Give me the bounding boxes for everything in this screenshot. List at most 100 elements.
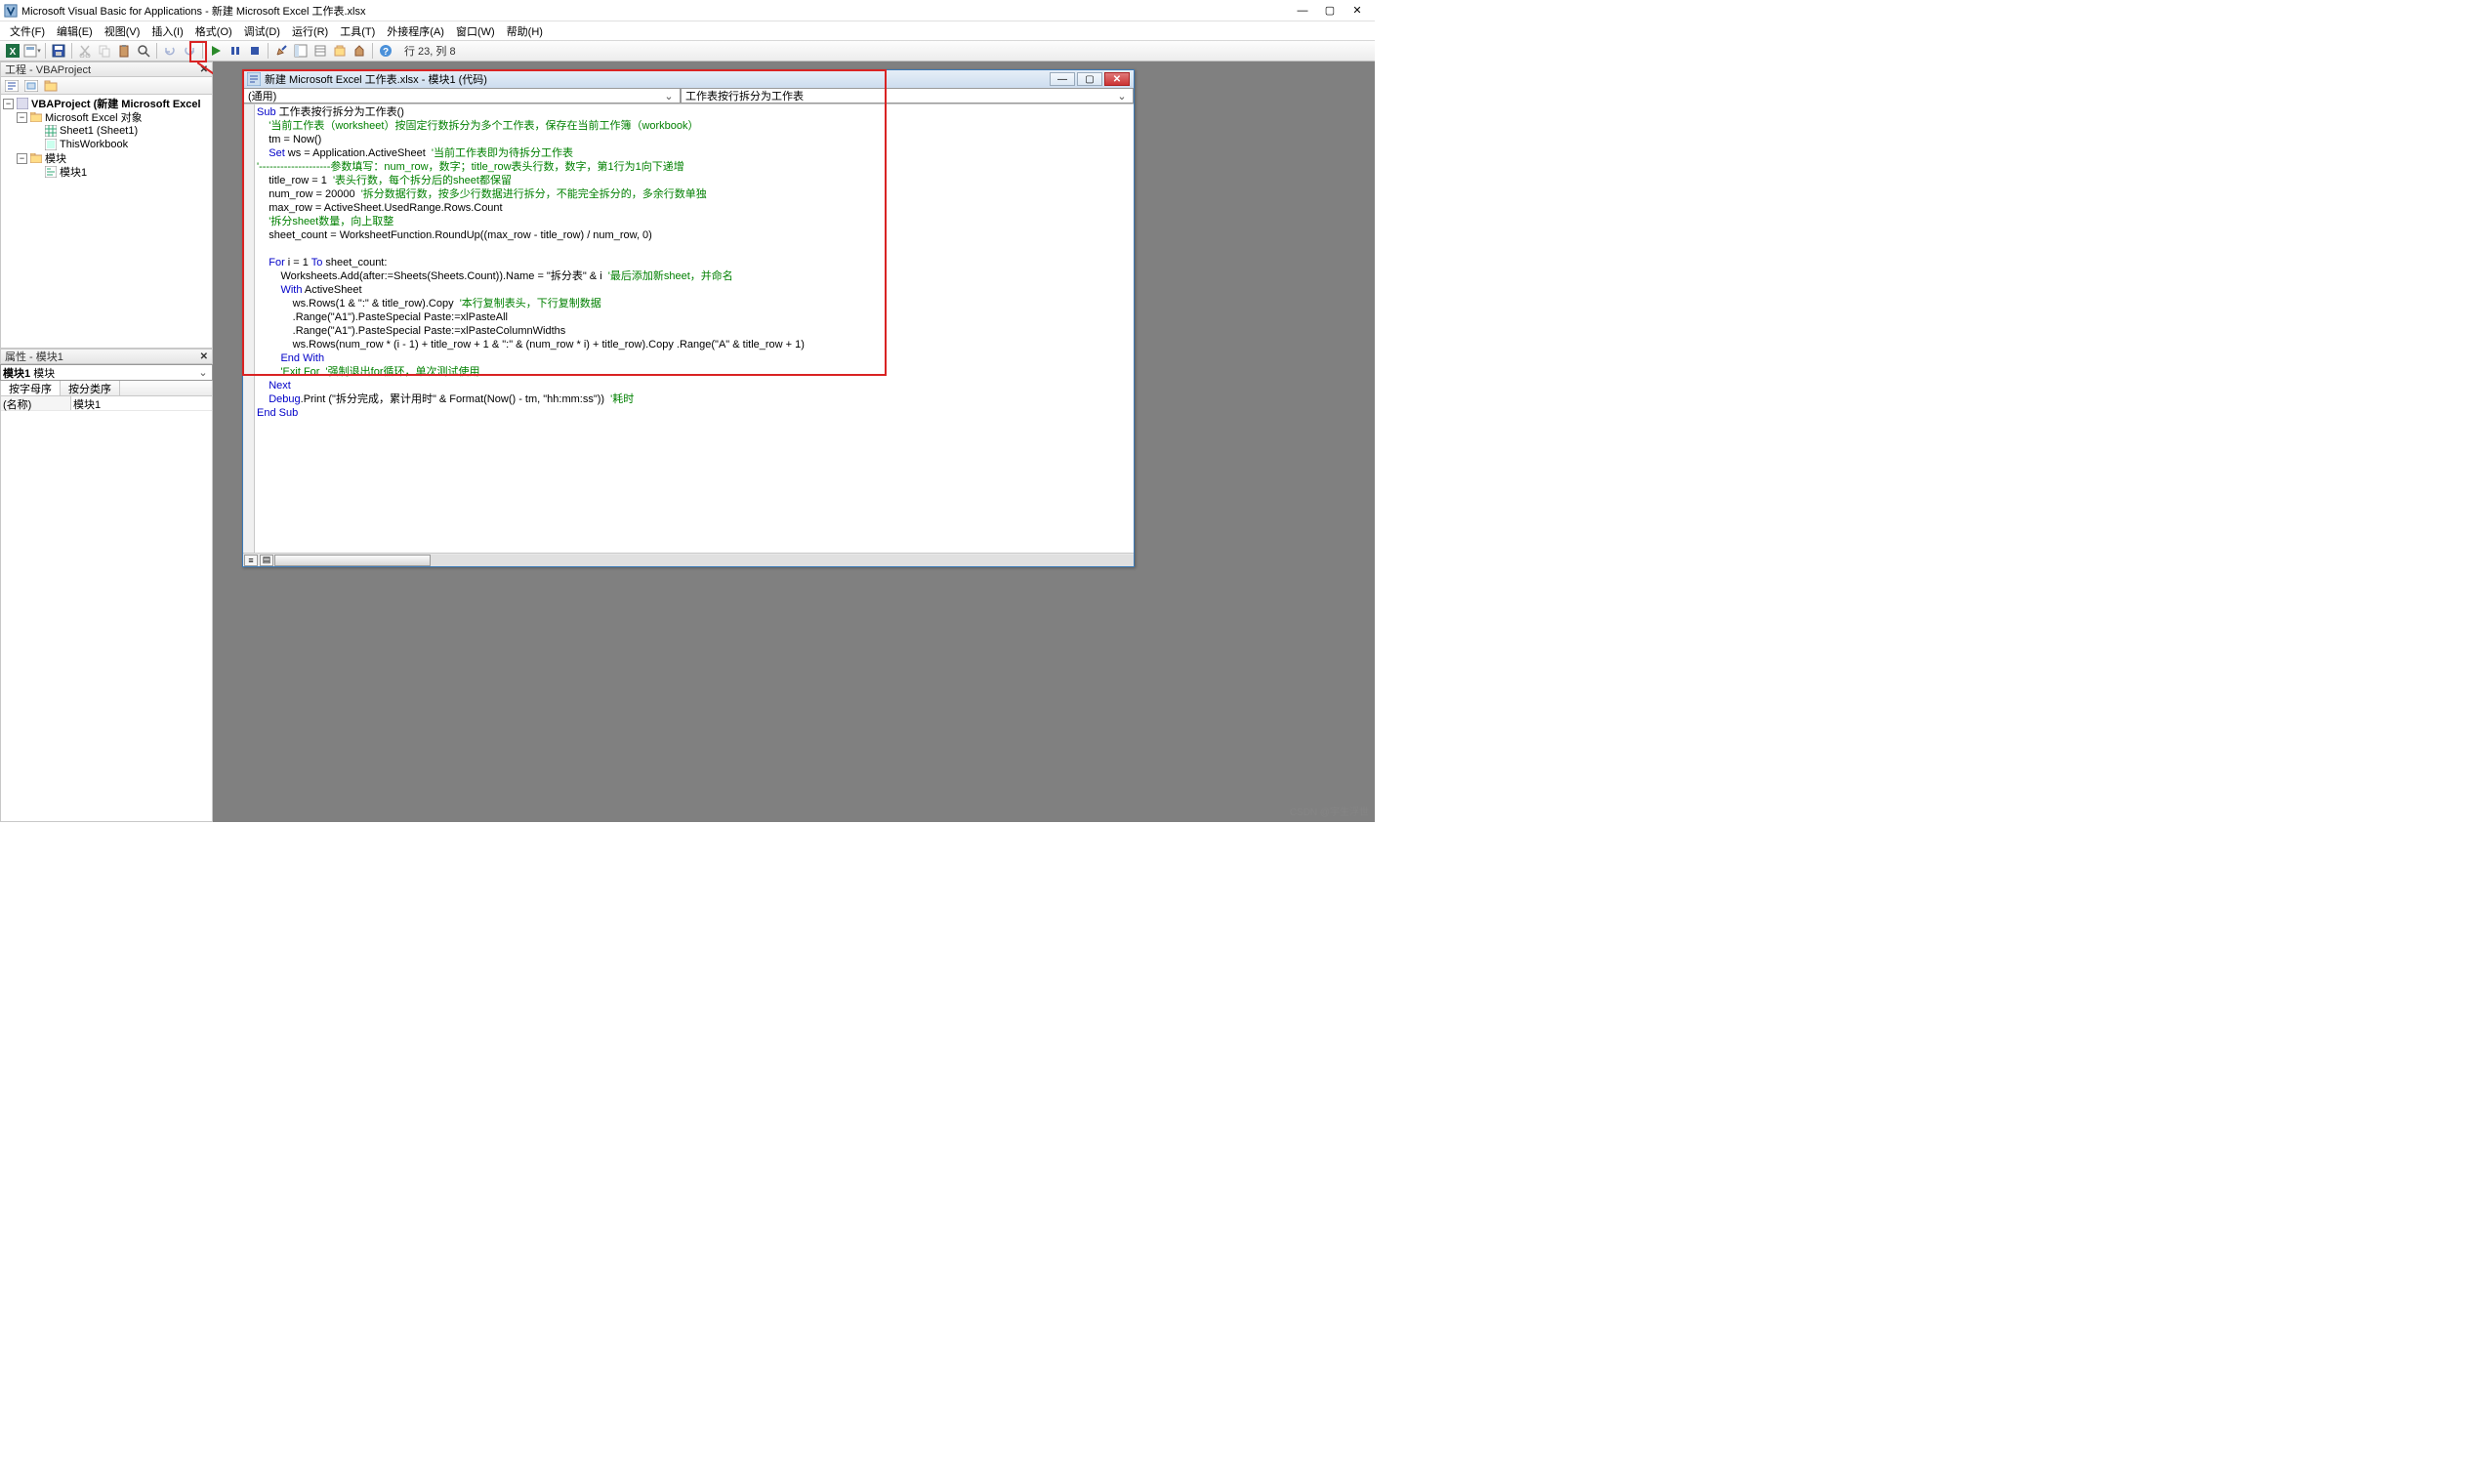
project-tree[interactable]: − VBAProject (新建 Microsoft Excel − Micro…	[0, 95, 213, 349]
app-title: Microsoft Visual Basic for Applications …	[21, 3, 1289, 19]
reset-button[interactable]	[246, 42, 264, 60]
code-margin[interactable]	[243, 104, 255, 553]
folder-icon	[29, 111, 43, 123]
properties-object-name: 模块1	[3, 365, 30, 381]
collapse-icon[interactable]: −	[17, 153, 27, 164]
collapse-icon[interactable]: −	[3, 99, 14, 109]
properties-grid[interactable]: (名称) 模块1	[0, 396, 213, 822]
separator	[45, 43, 46, 59]
procedure-view-button[interactable]: ≡	[244, 555, 258, 566]
code-minimize-button[interactable]: —	[1050, 72, 1075, 86]
save-button[interactable]	[50, 42, 67, 60]
project-explorer-button[interactable]	[292, 42, 310, 60]
h-scrollbar-thumb[interactable]	[274, 555, 431, 566]
code-window: 新建 Microsoft Excel 工作表.xlsx - 模块1 (代码) —…	[242, 69, 1135, 567]
design-mode-button[interactable]	[272, 42, 290, 60]
toggle-folders-button[interactable]	[42, 77, 60, 95]
object-browser-button[interactable]	[331, 42, 349, 60]
properties-panel: 属性 - 模块1 ✕ 模块1 模块 ⌄ 按字母序 按分类序 (名称) 模块1	[0, 349, 213, 822]
menu-edit[interactable]: 编辑(E)	[51, 21, 99, 41]
collapse-icon[interactable]: −	[17, 112, 27, 123]
svg-text:?: ?	[383, 47, 389, 58]
paste-button[interactable]	[115, 42, 133, 60]
project-panel-close-icon[interactable]: ✕	[200, 64, 208, 75]
code-editor[interactable]: Sub 工作表按行拆分为工作表() '当前工作表（worksheet）按固定行数…	[255, 104, 1134, 553]
tree-folder-objects-label: Microsoft Excel 对象	[45, 109, 143, 125]
maximize-button[interactable]: ▢	[1316, 2, 1344, 20]
procedure-dropdown-value: 工作表按行拆分为工作表	[685, 88, 804, 103]
module-icon	[44, 166, 58, 178]
menu-tools[interactable]: 工具(T)	[334, 21, 381, 41]
menu-debug[interactable]: 调试(D)	[238, 21, 286, 41]
property-key: (名称)	[1, 396, 71, 410]
object-dropdown-value: (通用)	[248, 88, 276, 103]
vba-app-icon	[4, 4, 18, 18]
tree-module1[interactable]: 模块1	[1, 165, 212, 179]
code-close-button[interactable]: ✕	[1104, 72, 1130, 86]
procedure-dropdown[interactable]: 工作表按行拆分为工作表 ⌄	[681, 88, 1134, 103]
menu-file[interactable]: 文件(F)	[4, 21, 51, 41]
worksheet-icon	[44, 125, 58, 137]
properties-panel-title-text: 属性 - 模块1	[5, 349, 63, 364]
project-panel-title: 工程 - VBAProject ✕	[0, 62, 213, 77]
separator	[372, 43, 373, 59]
separator	[156, 43, 157, 59]
tree-module1-label: 模块1	[60, 164, 87, 180]
undo-button[interactable]	[161, 42, 179, 60]
property-value[interactable]: 模块1	[71, 396, 212, 410]
menu-help[interactable]: 帮助(H)	[501, 21, 549, 41]
dropdown-icon[interactable]: ⌄	[662, 90, 676, 103]
menu-run[interactable]: 运行(R)	[286, 21, 334, 41]
properties-object-type: 模块	[33, 365, 55, 381]
left-dock: 工程 - VBAProject ✕ − VBAProject (新建 Micro…	[0, 62, 213, 822]
h-scrollbar-track[interactable]	[274, 555, 1134, 566]
tree-root[interactable]: − VBAProject (新建 Microsoft Excel	[1, 97, 212, 110]
code-maximize-button[interactable]: ▢	[1077, 72, 1102, 86]
tab-categorized[interactable]: 按分类序	[61, 381, 120, 395]
goto-excel-button[interactable]: X	[4, 42, 21, 60]
tree-thisworkbook[interactable]: ThisWorkbook	[1, 138, 212, 151]
mdi-client-area: 新建 Microsoft Excel 工作表.xlsx - 模块1 (代码) —…	[213, 62, 1375, 822]
minimize-button[interactable]: —	[1289, 2, 1316, 20]
find-button[interactable]	[135, 42, 152, 60]
menu-window[interactable]: 窗口(W)	[450, 21, 501, 41]
main-area: 工程 - VBAProject ✕ − VBAProject (新建 Micro…	[0, 62, 1375, 822]
menu-insert[interactable]: 插入(I)	[145, 21, 188, 41]
project-panel-title-text: 工程 - VBAProject	[5, 62, 91, 77]
copy-button[interactable]	[96, 42, 113, 60]
dropdown-icon[interactable]: ⌄	[1115, 90, 1129, 103]
view-code-button[interactable]	[3, 77, 21, 95]
tree-sheet1-label: Sheet1 (Sheet1)	[60, 125, 138, 137]
tab-alphabetic[interactable]: 按字母序	[1, 381, 61, 395]
menu-addins[interactable]: 外接程序(A)	[381, 21, 450, 41]
help-button[interactable]: ?	[377, 42, 394, 60]
redo-button[interactable]	[181, 42, 198, 60]
separator	[268, 43, 269, 59]
menu-format[interactable]: 格式(O)	[189, 21, 238, 41]
properties-object-combo[interactable]: 模块1 模块 ⌄	[0, 364, 213, 381]
code-window-icon	[247, 72, 261, 86]
dropdown-icon[interactable]: ⌄	[196, 366, 210, 379]
menu-view[interactable]: 视图(V)	[99, 21, 146, 41]
properties-panel-close-icon[interactable]: ✕	[200, 351, 208, 362]
toolbox-button[interactable]	[351, 42, 368, 60]
app-titlebar: Microsoft Visual Basic for Applications …	[0, 0, 1375, 21]
tree-sheet1[interactable]: Sheet1 (Sheet1)	[1, 124, 212, 138]
view-object-button[interactable]	[22, 77, 40, 95]
close-button[interactable]: ✕	[1344, 2, 1371, 20]
insert-object-button[interactable]: ▾	[23, 42, 41, 60]
properties-window-button[interactable]	[311, 42, 329, 60]
code-dropdowns: (通用) ⌄ 工作表按行拆分为工作表 ⌄	[243, 88, 1134, 104]
code-window-titlebar[interactable]: 新建 Microsoft Excel 工作表.xlsx - 模块1 (代码) —…	[243, 70, 1134, 88]
tree-folder-modules[interactable]: − 模块	[1, 151, 212, 165]
property-row-name[interactable]: (名称) 模块1	[1, 396, 212, 411]
separator	[71, 43, 72, 59]
run-button[interactable]	[207, 42, 225, 60]
break-button[interactable]	[227, 42, 244, 60]
code-bottom-bar: ≡ ▤	[243, 553, 1134, 566]
full-module-view-button[interactable]: ▤	[260, 555, 273, 566]
object-dropdown[interactable]: (通用) ⌄	[243, 88, 681, 103]
cut-button[interactable]	[76, 42, 94, 60]
code-window-title: 新建 Microsoft Excel 工作表.xlsx - 模块1 (代码)	[265, 71, 487, 87]
tree-folder-objects[interactable]: − Microsoft Excel 对象	[1, 110, 212, 124]
